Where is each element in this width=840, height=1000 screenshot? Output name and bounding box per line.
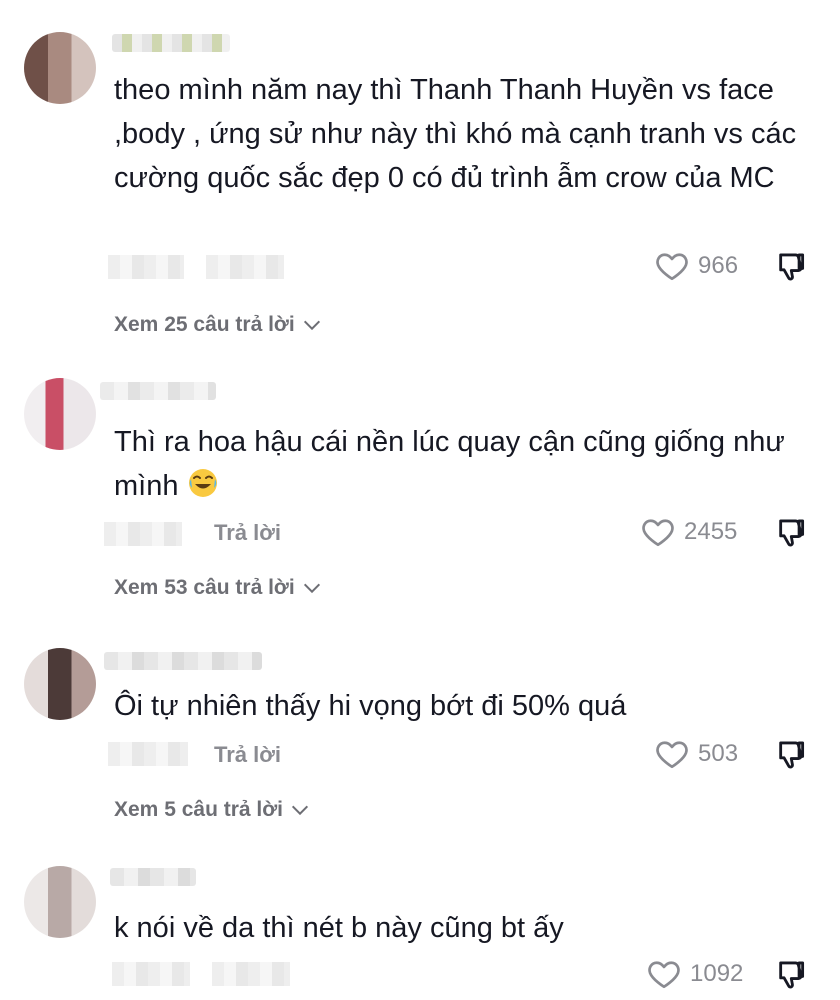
view-replies-button[interactable]: Xem 53 câu trả lời <box>114 576 323 600</box>
comment-meta-redacted <box>112 962 190 986</box>
thumbs-down-icon[interactable] <box>775 516 809 550</box>
comment-item: k nói về da thì nét b này cũng bt ấy 109… <box>0 850 840 1000</box>
chevron-down-icon <box>303 320 320 331</box>
reply-button[interactable]: Trả lời <box>214 742 281 768</box>
comment-meta-redacted <box>104 522 182 546</box>
view-replies-label: Xem 5 câu trả lời <box>114 798 284 821</box>
username-redacted[interactable] <box>104 652 262 670</box>
comment-meta-redacted <box>108 255 184 279</box>
comment-item: theo mình năm nay thì Thanh Thanh Huyền … <box>0 0 840 360</box>
face-with-tears-of-joy-emoji <box>188 469 217 497</box>
chevron-down-icon <box>291 805 309 816</box>
comment-text: Thì ra hoa hậu cái nền lúc quay cận cũng… <box>114 420 804 508</box>
thumbs-down-icon[interactable] <box>775 958 809 992</box>
username-redacted[interactable] <box>112 34 230 52</box>
thumbs-down-icon[interactable] <box>775 738 809 772</box>
view-replies-label: Xem 25 câu trả lời <box>114 313 295 336</box>
username-redacted[interactable] <box>100 382 216 400</box>
comment-item: Thì ra hoa hậu cái nền lúc quay cận cũng… <box>0 360 840 630</box>
username-redacted[interactable] <box>110 868 196 886</box>
comment-text: k nói về da thì nét b này cũng bt ấy <box>114 912 564 944</box>
view-replies-button[interactable]: Xem 5 câu trả lời <box>114 798 311 822</box>
comment-meta-redacted <box>212 962 290 986</box>
comment-item: Ôi tự nhiên thấy hi vọng bớt đi 50% quá … <box>0 630 840 850</box>
like-button[interactable]: 2455 <box>640 514 737 550</box>
heart-outline-icon <box>642 519 674 547</box>
like-count: 966 <box>698 252 739 279</box>
like-button[interactable]: 966 <box>654 248 738 284</box>
thumbs-down-icon[interactable] <box>775 250 809 284</box>
view-replies-button[interactable]: Xem 25 câu trả lời <box>114 313 323 337</box>
avatar[interactable] <box>24 378 96 450</box>
comment-text: Ôi tự nhiên thấy hi vọng bớt đi 50% quá <box>114 690 627 722</box>
like-button[interactable]: 1092 <box>646 956 743 992</box>
chevron-down-icon <box>303 583 320 594</box>
comment-meta-redacted <box>206 255 284 279</box>
like-count: 2455 <box>684 518 738 545</box>
avatar[interactable] <box>24 648 96 720</box>
avatar[interactable] <box>24 32 96 104</box>
view-replies-label: Xem 53 câu trả lời <box>114 576 295 599</box>
heart-outline-icon <box>656 741 688 769</box>
heart-outline-icon <box>656 253 688 281</box>
like-count: 503 <box>698 740 739 767</box>
heart-outline-icon <box>648 961 680 989</box>
comment-meta-redacted <box>108 742 188 766</box>
like-count: 1092 <box>690 960 744 987</box>
comment-text: theo mình năm nay thì Thanh Thanh Huyền … <box>114 74 797 194</box>
avatar[interactable] <box>24 866 96 938</box>
like-button[interactable]: 503 <box>654 736 738 772</box>
reply-button[interactable]: Trả lời <box>214 520 281 546</box>
